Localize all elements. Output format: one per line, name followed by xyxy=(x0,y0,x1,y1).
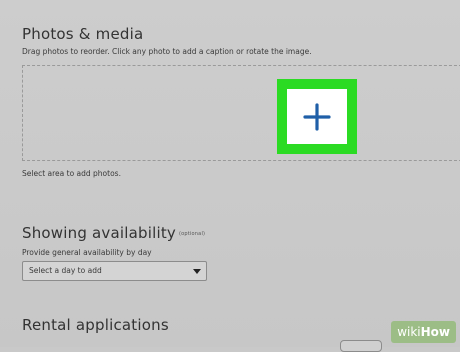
day-select[interactable]: Select a day to add xyxy=(22,261,207,281)
day-select-value: Select a day to add xyxy=(29,266,102,275)
photos-section-title: Photos & media xyxy=(22,25,144,43)
add-photo-button-inner xyxy=(287,89,347,144)
availability-title-text: Showing availability xyxy=(22,224,177,242)
photos-instructions: Drag photos to reorder. Click any photo … xyxy=(22,47,312,56)
chevron-down-icon xyxy=(193,269,201,274)
wikihow-watermark: wiki How xyxy=(391,321,456,343)
partial-button[interactable] xyxy=(340,340,382,352)
watermark-how: How xyxy=(420,325,450,339)
plus-icon xyxy=(303,103,331,131)
page: Photos & media Drag photos to reorder. C… xyxy=(0,0,460,352)
availability-label: Provide general availability by day xyxy=(22,248,152,257)
rental-section-title: Rental applications xyxy=(22,316,169,334)
watermark-wiki: wiki xyxy=(397,325,421,339)
optional-tag: (optional) xyxy=(179,230,206,237)
photo-drop-area[interactable] xyxy=(22,65,460,161)
photos-helper-text: Select area to add photos. xyxy=(22,169,121,178)
availability-section-title: Showing availability (optional) xyxy=(22,224,205,242)
add-photo-button[interactable] xyxy=(277,79,357,154)
